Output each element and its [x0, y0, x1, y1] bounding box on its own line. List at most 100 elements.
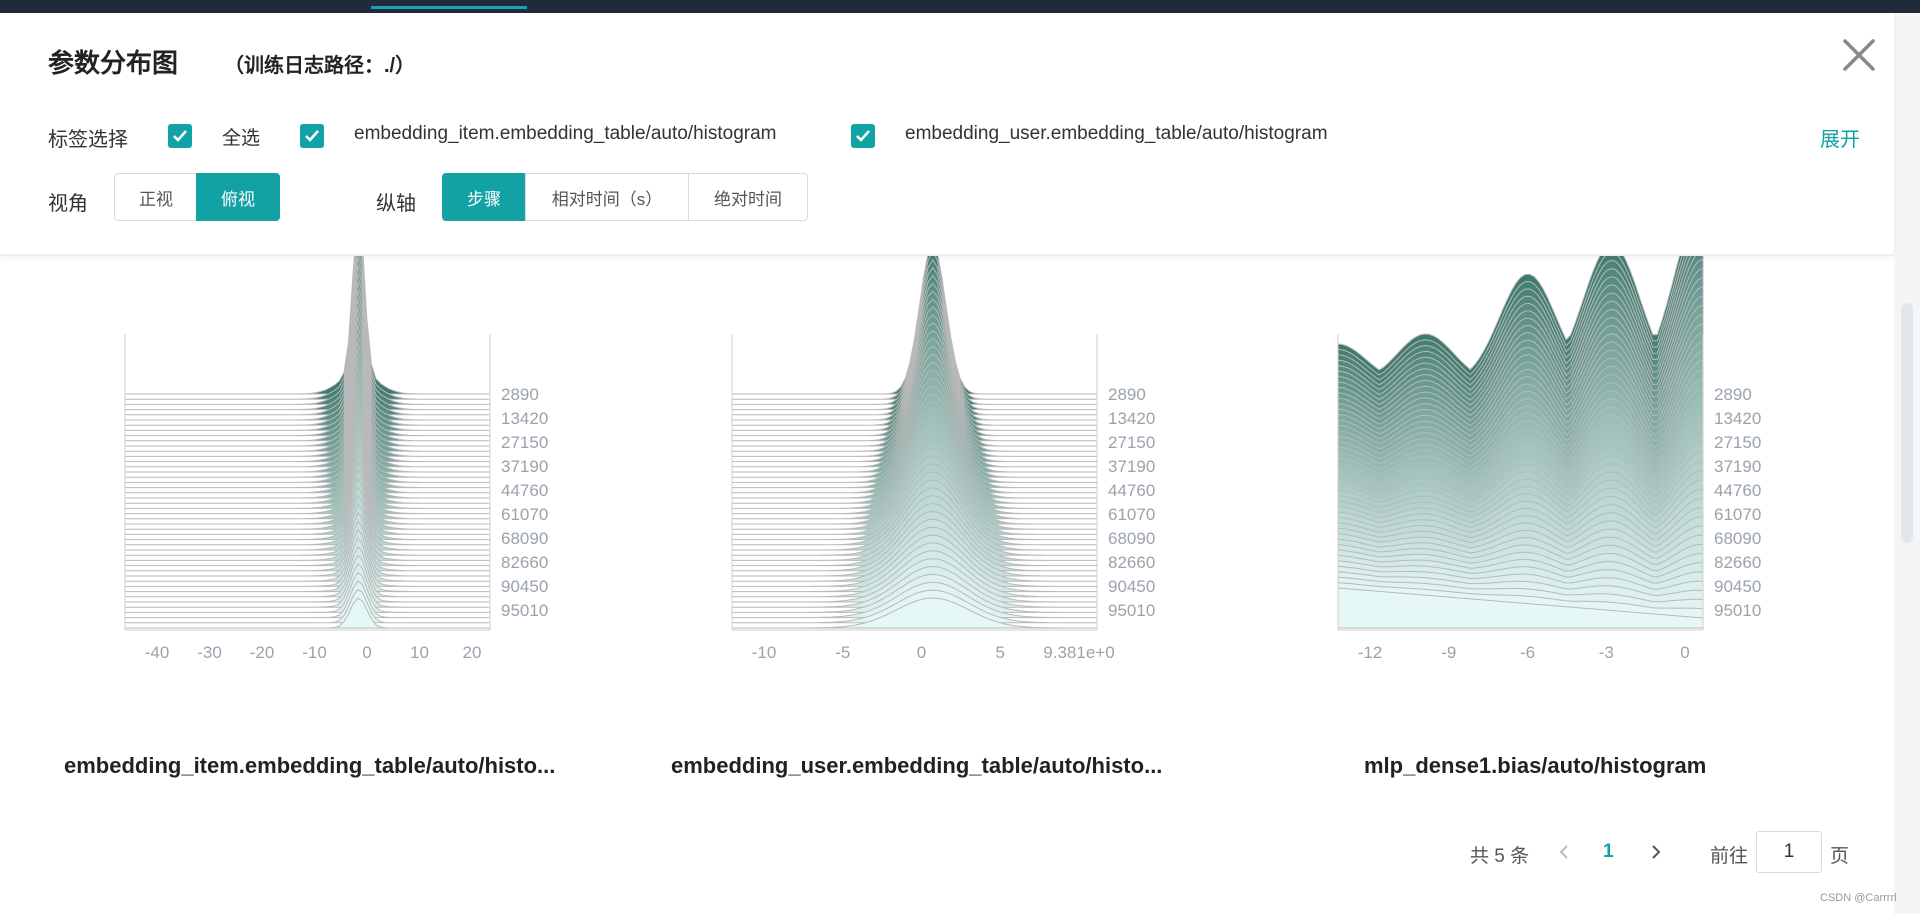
chevron-right-icon [1652, 845, 1661, 859]
chart-title-1: embedding_item.embedding_table/auto/hist… [64, 753, 556, 778]
ridge-group [1337, 256, 1704, 629]
x-tick-label: 5 [996, 643, 1005, 662]
goto-page-input[interactable]: 1 [1756, 831, 1822, 873]
ridge-group [125, 256, 490, 629]
ridge-line [125, 451, 490, 541]
y-tick-label: 44760 [501, 481, 548, 500]
x-tick-label: -5 [835, 643, 850, 662]
ridge-line [125, 416, 490, 520]
ridge-line [125, 273, 490, 431]
x-tick-label: -12 [1358, 643, 1383, 662]
y-tick-label: 27150 [1108, 433, 1155, 452]
y-tick-label: 2890 [501, 385, 539, 404]
y-tick-label: 2890 [1714, 385, 1752, 404]
tag-selection-label: 标签选择 [48, 129, 128, 151]
ridge-line [125, 299, 490, 447]
tag-checkbox-user[interactable] [851, 124, 875, 148]
expand-link[interactable]: 展开 [1820, 123, 1860, 152]
histogram-chart-3: 2890 13420 27150 37190 44760 61070 68090 82660 9… [1213, 256, 1773, 816]
histogram-chart-2-svg: 2890 13420 27150 37190 44760 61070 68090 82660 9… [731, 256, 1155, 662]
x-tick-label: -6 [1520, 643, 1535, 662]
ridge-line [125, 341, 490, 473]
y-tick-label: 82660 [1714, 553, 1761, 572]
x-tick-label: -20 [250, 643, 275, 662]
y-tick-label: 90450 [501, 577, 548, 596]
y-tick-label: 90450 [1108, 577, 1155, 596]
ridge-line [125, 333, 490, 468]
dialog-header: 参数分布图 （训练日志路径：./） 标签选择 全选 embedding_item… [0, 13, 1894, 256]
tag-checkbox-item[interactable] [300, 124, 324, 148]
ridge-line [125, 597, 490, 629]
tag-label-item[interactable]: embedding_item.embedding_table/auto/hist… [354, 123, 777, 145]
pagination: 共 5 条 1 前往 1 页 [1460, 830, 1860, 874]
y-tick-label: 95010 [1108, 601, 1155, 620]
checkmark-icon [305, 130, 319, 142]
ridge-line [125, 520, 490, 582]
histogram-chart-3-svg: 2890 13420 27150 37190 44760 61070 68090 82660 9… [1337, 256, 1761, 662]
close-button[interactable] [1837, 33, 1881, 77]
ridge-line [125, 282, 490, 437]
view-angle-label: 视角 [48, 193, 88, 215]
ridge-line [125, 265, 490, 426]
y-tick-label: 82660 [1108, 553, 1155, 572]
y-tick-label: 61070 [501, 505, 548, 524]
active-tab-indicator [371, 6, 527, 9]
checkmark-icon [856, 130, 870, 142]
x-tick-label: 20 [463, 643, 482, 662]
x-tick-label: 0 [1680, 643, 1689, 662]
ridge-line [125, 256, 490, 411]
next-page-button[interactable] [1644, 838, 1668, 866]
histogram-chart-2: 2890 13420 27150 37190 44760 61070 68090 82660 9… [607, 256, 1167, 816]
ridge-group [732, 256, 1097, 629]
chart-title-2: embedding_user.embedding_table/auto/hist… [671, 753, 1163, 778]
y-tick-label: 44760 [1714, 481, 1761, 500]
ridge-line [125, 477, 490, 556]
log-path-subtitle: （训练日志路径：./） [224, 55, 416, 77]
x-tick-label: 10 [410, 643, 429, 662]
ridge-line [125, 290, 490, 442]
y-tick-label: 27150 [501, 433, 548, 452]
y-tick-label: 37190 [1714, 457, 1761, 476]
watermark: CSDN @Carrrrl [1820, 892, 1897, 904]
x-tick-label: -30 [197, 643, 222, 662]
x-tick-label: 0 [362, 643, 371, 662]
y-tick-label: 13420 [1108, 409, 1155, 428]
y-tick-label: 95010 [501, 601, 548, 620]
ridge-line [125, 256, 490, 416]
close-icon [1843, 39, 1875, 71]
histogram-chart-1: 2890 13420 27150 37190 44760 61070 68090 82660 9… [0, 256, 560, 816]
top-nav-bar [0, 0, 1920, 13]
yaxis-absolute-time-button[interactable]: 绝对时间 [688, 173, 808, 221]
y-tick-label: 27150 [1714, 433, 1761, 452]
x-tick-label: -40 [145, 643, 170, 662]
y-tick-label: 90450 [1714, 577, 1761, 596]
ridge-line [125, 546, 490, 598]
scrollbar-thumb[interactable] [1901, 303, 1913, 543]
page-title: 参数分布图 [48, 48, 179, 78]
prev-page-button[interactable] [1552, 838, 1576, 866]
select-all-checkbox[interactable] [168, 124, 192, 148]
select-all-label[interactable]: 全选 [222, 123, 260, 150]
page-number-current[interactable]: 1 [1603, 841, 1614, 863]
x-tick-label: 9.381e+0 [1043, 643, 1114, 662]
y-tick-label: 68090 [1714, 529, 1761, 548]
y-tick-label: 2890 [1108, 385, 1146, 404]
chevron-left-icon [1559, 845, 1568, 859]
y-tick-label: 61070 [1108, 505, 1155, 524]
ridge-line [125, 358, 490, 483]
tag-label-user[interactable]: embedding_user.embedding_table/auto/hist… [905, 123, 1328, 145]
view-front-button[interactable]: 正视 [114, 173, 198, 221]
yaxis-relative-time-button[interactable]: 相对时间（s） [525, 173, 689, 221]
scrollbar[interactable] [1894, 13, 1920, 914]
yaxis-step-button[interactable]: 步骤 [442, 173, 526, 221]
ridge-line [125, 350, 490, 478]
chart-title-3: mlp_dense1.bias/auto/histogram [1364, 753, 1707, 778]
histogram-chart-1-svg: 2890 13420 27150 37190 44760 61070 68090 82660 9… [124, 256, 548, 662]
checkmark-icon [173, 130, 187, 142]
y-tick-label: 68090 [1108, 529, 1155, 548]
y-tick-label: 44760 [1108, 481, 1155, 500]
x-tick-label: -10 [302, 643, 327, 662]
y-tick-label: 37190 [501, 457, 548, 476]
view-top-button[interactable]: 俯视 [196, 173, 280, 221]
ridge-line [125, 256, 490, 421]
